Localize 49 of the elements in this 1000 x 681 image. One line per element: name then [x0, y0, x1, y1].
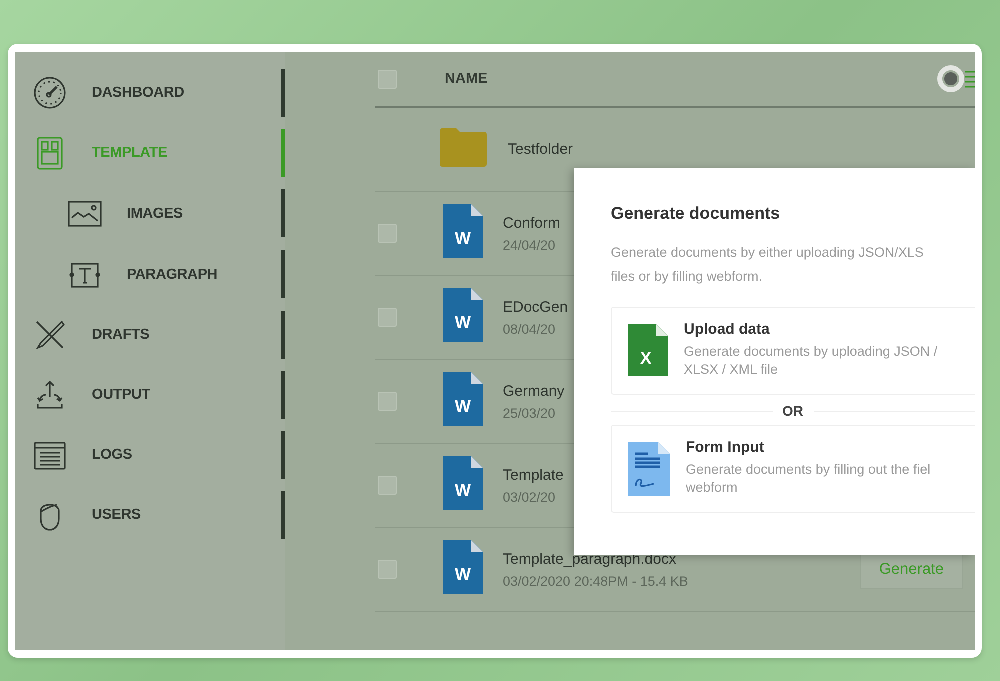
file-name[interactable]: EDocGen — [503, 298, 568, 316]
file-name[interactable]: Template — [503, 466, 564, 484]
selection-bar — [281, 371, 285, 419]
checkbox[interactable] — [378, 476, 397, 495]
file-name[interactable]: Germany — [503, 382, 565, 400]
selection-bar — [281, 189, 285, 237]
selection-bar — [281, 491, 285, 539]
selection-bar — [281, 129, 285, 177]
word-document-icon: W — [443, 288, 483, 342]
sidebar-item[interactable]: PARAGRAPH — [15, 244, 285, 305]
separator-label: OR — [782, 403, 804, 419]
checkbox[interactable] — [378, 70, 397, 88]
spreadsheet-icon: X — [628, 324, 668, 376]
column-header[interactable]: NAME — [445, 71, 937, 87]
sidebar-item[interactable]: IMAGES — [15, 183, 285, 244]
list-view-icon[interactable] — [965, 69, 975, 89]
file-details: 08/04/20 — [503, 322, 557, 336]
gauge-icon — [32, 75, 68, 111]
option-card[interactable]: X Upload data Generate documents by uploading JSON / XLSX / XML file — [611, 307, 975, 395]
dialog-description: Generate documents by either uploading JSON/XLS files or by filling webform. — [611, 244, 925, 286]
file-name[interactable]: Template_paragraph.docx — [503, 550, 688, 568]
sidebar-item[interactable]: DRAFTS — [15, 305, 285, 365]
checkbox[interactable] — [378, 560, 397, 579]
selection-bar — [281, 431, 285, 479]
form-document-icon — [628, 442, 670, 496]
selection-bar — [281, 250, 285, 298]
dialog-title: Generate documents — [611, 204, 782, 224]
sidebar-item[interactable]: LOGS — [15, 425, 285, 485]
file-name[interactable]: Conform — [503, 214, 561, 232]
selection-bar — [281, 311, 285, 359]
checkbox[interactable] — [378, 224, 397, 243]
sidebar-item[interactable]: DASHBOARD — [15, 63, 285, 123]
word-document-icon: W — [443, 372, 483, 426]
word-document-icon: W — [443, 540, 483, 594]
folder-name[interactable]: Testfolder — [508, 141, 574, 158]
sidebar-item[interactable]: USERS — [15, 485, 285, 545]
file-details: 24/04/20 — [503, 238, 557, 252]
file-details: 03/02/2020 20:48PM - 15.4 KB — [503, 574, 688, 588]
sidebar-item[interactable]: OUTPUT — [15, 365, 285, 425]
spinner-icon[interactable] — [937, 65, 965, 93]
selection-bar — [281, 69, 285, 117]
folder-icon — [438, 126, 488, 168]
file-details: 03/02/20 — [503, 490, 557, 504]
checkbox[interactable] — [378, 308, 397, 327]
word-document-icon: W — [443, 204, 483, 258]
checkbox[interactable] — [378, 392, 397, 411]
file-details: 25/03/20 — [503, 406, 557, 420]
option-card[interactable]: Form Input Generate documents by filling out the fiel webform — [611, 425, 975, 513]
word-document-icon: W — [443, 456, 483, 510]
